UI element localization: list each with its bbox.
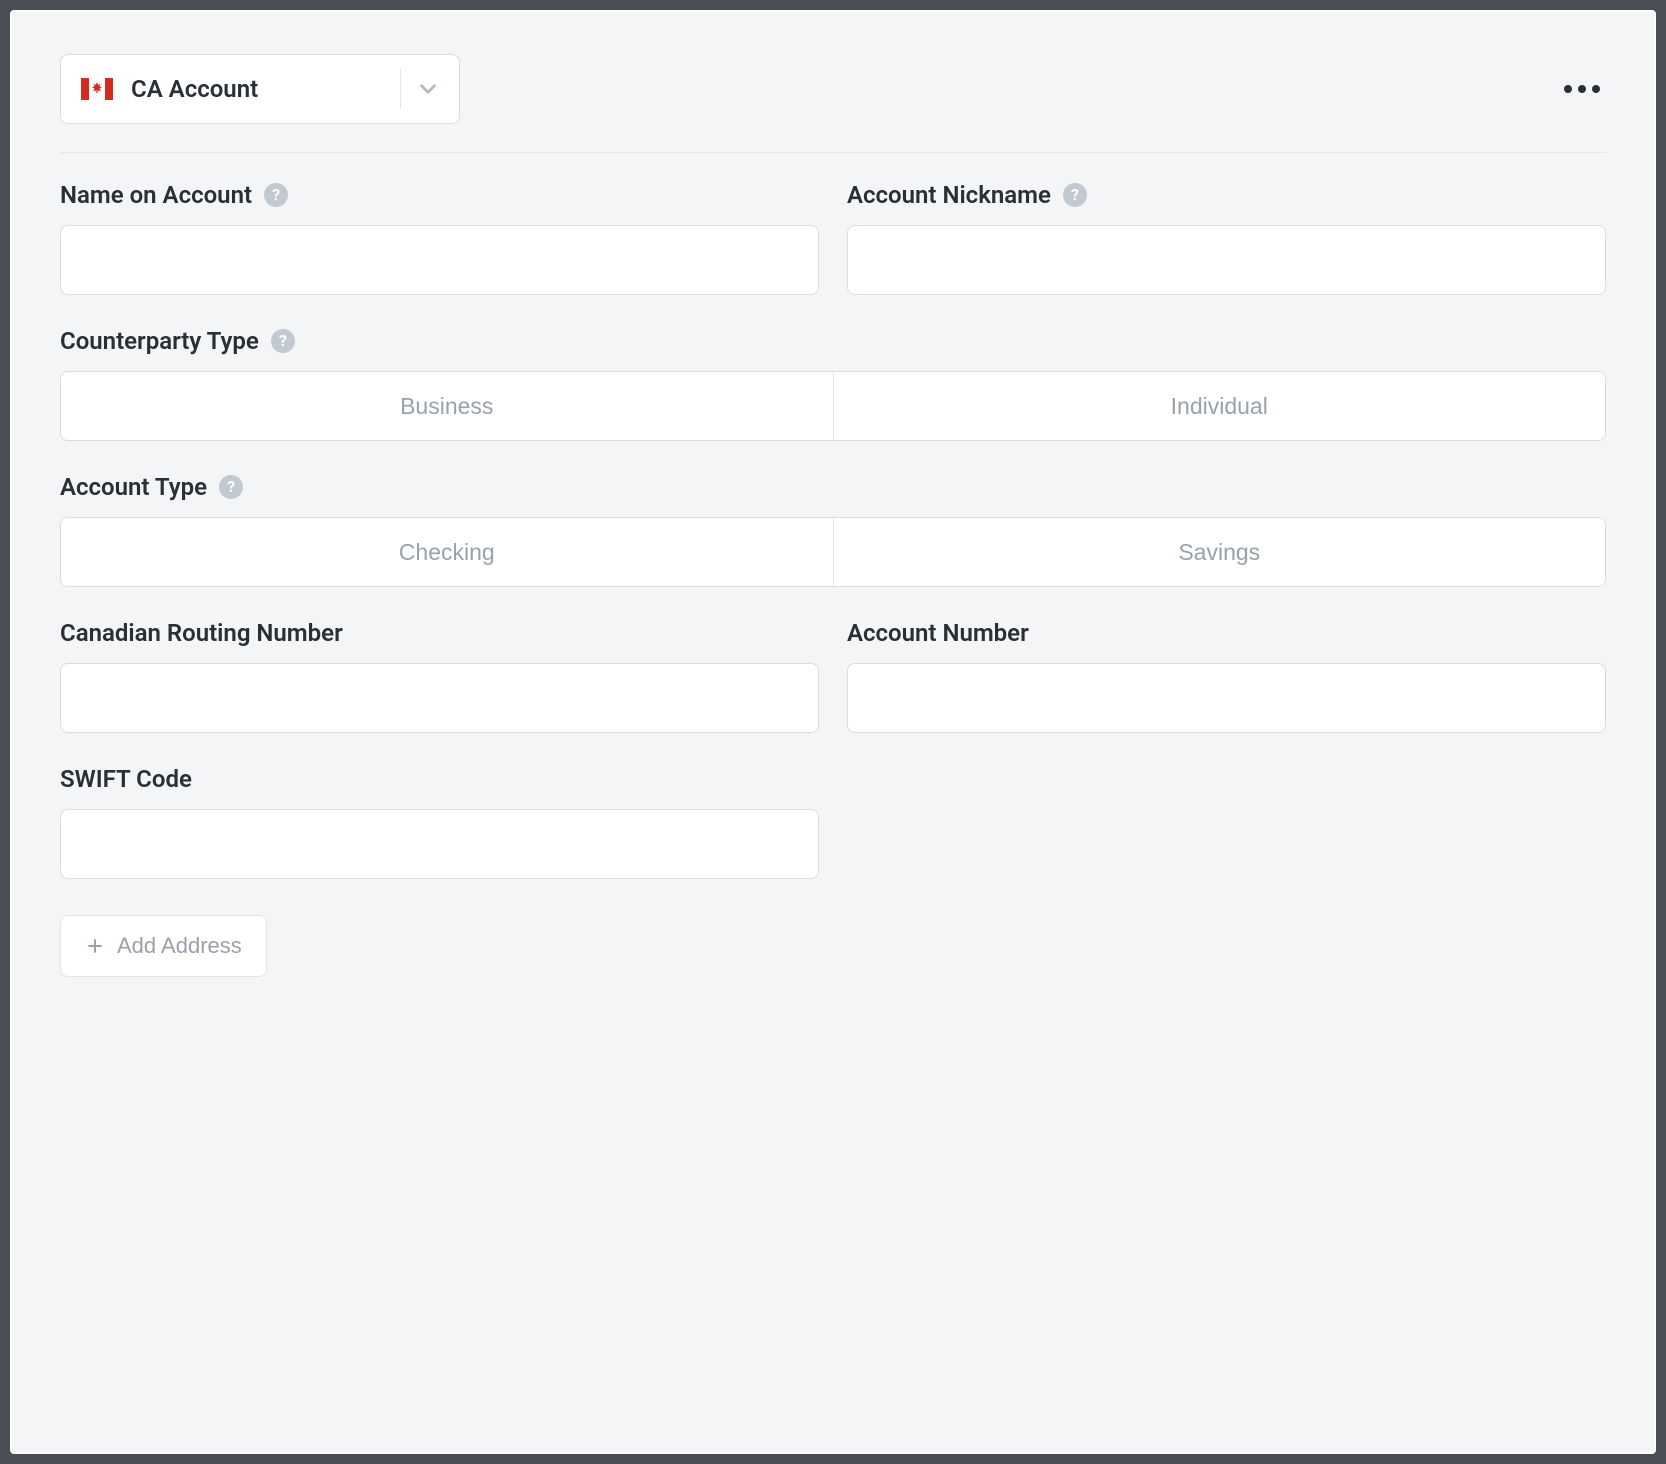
label-text: Account Number	[847, 619, 1029, 647]
account-select-label: CA Account	[131, 75, 386, 103]
canada-flag-icon	[81, 78, 113, 100]
divider	[60, 152, 1606, 153]
label-text: Account Nickname	[847, 181, 1051, 209]
label-text: Canadian Routing Number	[60, 619, 343, 647]
counterparty-type-label: Counterparty Type ?	[60, 327, 1606, 355]
routing-number-input[interactable]	[60, 663, 819, 733]
routing-number-field: Canadian Routing Number	[60, 619, 819, 733]
help-icon[interactable]: ?	[264, 183, 288, 207]
name-on-account-input[interactable]	[60, 225, 819, 295]
swift-code-field: SWIFT Code	[60, 765, 819, 879]
account-type-label: Account Type ?	[60, 473, 1606, 501]
add-address-label: Add Address	[117, 933, 242, 959]
label-text: SWIFT Code	[60, 765, 192, 793]
swift-code-label: SWIFT Code	[60, 765, 819, 793]
label-text: Name on Account	[60, 181, 252, 209]
account-savings-option[interactable]: Savings	[833, 518, 1606, 586]
plus-icon	[85, 936, 105, 956]
chevron-down-icon	[415, 76, 441, 102]
counterparty-individual-option[interactable]: Individual	[833, 372, 1606, 440]
account-nickname-field: Account Nickname ?	[847, 181, 1606, 295]
spacer	[847, 765, 1606, 879]
account-checking-option[interactable]: Checking	[61, 518, 833, 586]
counterparty-type-segmented: Business Individual	[60, 371, 1606, 441]
form-grid: Name on Account ? Account Nickname ? Cou…	[60, 181, 1606, 879]
account-type-field: Account Type ? Checking Savings	[60, 473, 1606, 587]
account-nickname-input[interactable]	[847, 225, 1606, 295]
top-row: CA Account	[60, 54, 1606, 124]
help-icon[interactable]: ?	[219, 475, 243, 499]
counterparty-type-field: Counterparty Type ? Business Individual	[60, 327, 1606, 441]
more-icon	[1564, 85, 1600, 93]
account-type-select[interactable]: CA Account	[60, 54, 460, 124]
account-type-segmented: Checking Savings	[60, 517, 1606, 587]
account-number-label: Account Number	[847, 619, 1606, 647]
account-form-panel: CA Account Name on Account ? Account Nic…	[10, 10, 1656, 1454]
select-divider	[400, 69, 401, 109]
label-text: Account Type	[60, 473, 207, 501]
name-on-account-field: Name on Account ?	[60, 181, 819, 295]
label-text: Counterparty Type	[60, 327, 259, 355]
routing-number-label: Canadian Routing Number	[60, 619, 819, 647]
account-number-input[interactable]	[847, 663, 1606, 733]
account-number-field: Account Number	[847, 619, 1606, 733]
add-address-button[interactable]: Add Address	[60, 915, 267, 977]
counterparty-business-option[interactable]: Business	[61, 372, 833, 440]
account-nickname-label: Account Nickname ?	[847, 181, 1606, 209]
name-on-account-label: Name on Account ?	[60, 181, 819, 209]
swift-code-input[interactable]	[60, 809, 819, 879]
help-icon[interactable]: ?	[271, 329, 295, 353]
help-icon[interactable]: ?	[1063, 183, 1087, 207]
more-menu-button[interactable]	[1558, 65, 1606, 113]
